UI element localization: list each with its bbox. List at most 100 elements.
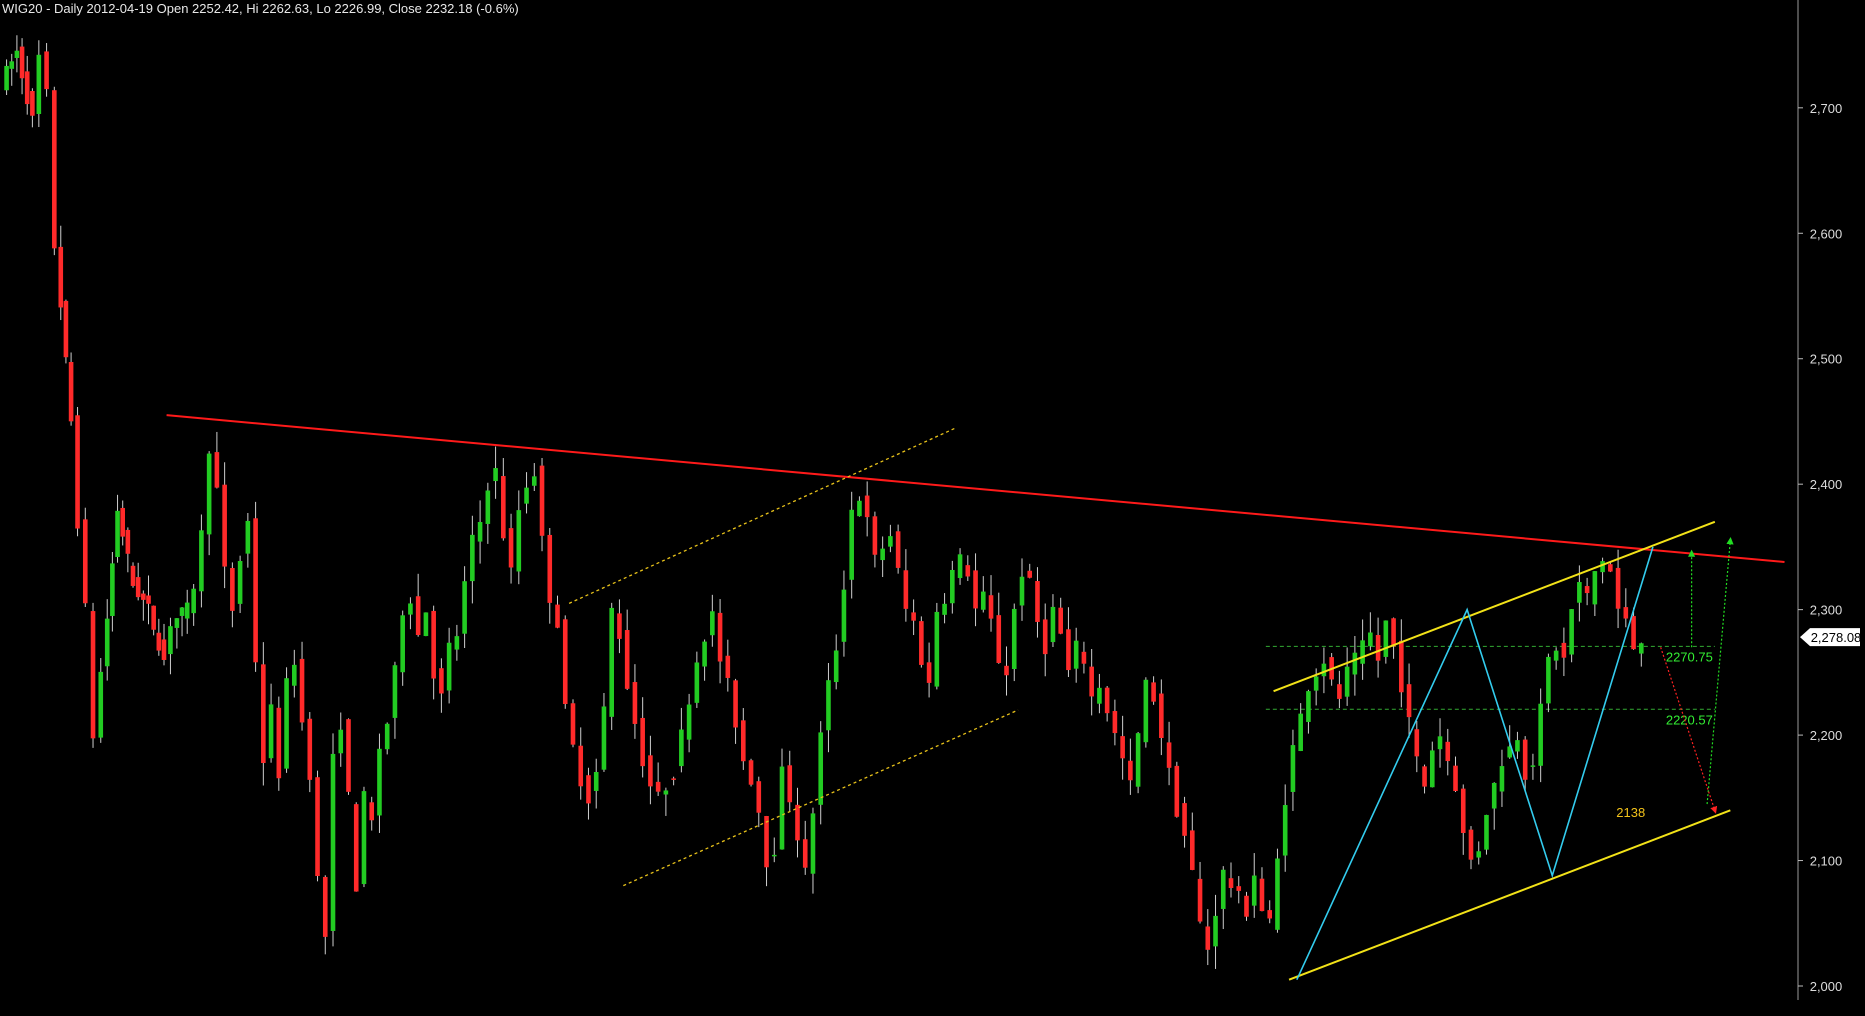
candle-down	[973, 570, 978, 609]
candle-down	[58, 246, 64, 308]
candle-up	[104, 618, 110, 667]
candle-down	[1166, 742, 1172, 768]
candle-down	[1375, 635, 1381, 661]
candle-down	[1035, 581, 1040, 622]
candle-down	[125, 529, 131, 554]
candle-up	[470, 534, 475, 582]
tick-label: 2,300	[1810, 603, 1843, 618]
candle-up	[1019, 576, 1025, 606]
candle-down	[75, 415, 80, 529]
candle-down	[1561, 642, 1567, 658]
candle-up	[292, 664, 297, 686]
candle-up	[268, 704, 274, 759]
tick-label: 2,000	[1810, 979, 1843, 994]
candle-up	[942, 603, 947, 615]
candle-up	[1306, 691, 1311, 722]
candle-up	[524, 487, 529, 504]
candle-up	[392, 665, 398, 718]
candle-down	[578, 745, 584, 787]
candle-down	[895, 531, 901, 568]
candle-down	[787, 765, 793, 803]
candle-up	[1097, 687, 1102, 704]
candle-down	[1615, 567, 1621, 609]
candle-up	[1290, 745, 1296, 792]
candle-up	[36, 54, 42, 114]
candle-up	[1476, 851, 1482, 858]
candle-down	[315, 777, 320, 877]
candle-down	[795, 804, 800, 841]
candle-down	[230, 568, 235, 611]
candle-down	[1584, 586, 1590, 594]
candle-down	[68, 361, 74, 422]
candle-up	[593, 772, 599, 791]
candle-up	[826, 680, 831, 731]
candle-up	[1499, 766, 1505, 792]
candle-up	[174, 618, 180, 628]
candle-up	[14, 50, 20, 58]
candle-down	[1228, 878, 1234, 888]
candle-up	[1313, 676, 1319, 691]
candle-down	[346, 719, 351, 792]
candle-down	[1120, 736, 1125, 759]
candle-down	[130, 565, 136, 586]
candle-down	[671, 778, 676, 780]
candle-down	[1112, 711, 1118, 734]
candle-up	[400, 615, 405, 673]
candle-down	[864, 495, 870, 518]
candle-down	[1081, 651, 1087, 664]
candle-down	[1066, 629, 1071, 671]
candle-down	[253, 518, 258, 663]
candlestick-chart[interactable]: 2270.752220.572138 2,0002,1002,2002,3002…	[0, 0, 1865, 1016]
candle-up	[1484, 814, 1489, 850]
candle-down	[1414, 729, 1420, 757]
candle-down	[30, 91, 35, 116]
candle-down	[1197, 878, 1203, 922]
candle-down	[640, 717, 645, 767]
candle-up	[1639, 643, 1644, 654]
candle-up	[115, 510, 120, 558]
candle-down	[1522, 739, 1528, 780]
price-axis: 2,000 2,100 2,200 2,300 2,400 2,500 2,600 2,700…	[1797, 0, 1861, 1000]
candle-down	[24, 71, 30, 105]
candle-down	[748, 760, 754, 785]
candle-down	[146, 595, 151, 604]
candle-down	[1174, 765, 1180, 817]
candle-up	[710, 611, 715, 636]
candle-up	[191, 588, 196, 614]
candle-down	[1445, 741, 1451, 762]
candle-down	[1460, 788, 1466, 833]
candle-down	[276, 707, 282, 779]
candle-up	[686, 704, 692, 740]
candle-down	[802, 839, 808, 868]
candle-up	[1344, 666, 1350, 697]
candle-down	[415, 596, 421, 636]
candle-up	[1538, 703, 1543, 766]
candle-down	[741, 720, 746, 762]
candle-down	[547, 534, 553, 603]
candle-up	[810, 813, 816, 874]
candle-down	[161, 639, 167, 660]
candle-down	[1623, 607, 1629, 619]
upper-channel-line	[1273, 520, 1716, 693]
candles	[4, 35, 1644, 969]
candle-up	[423, 612, 429, 637]
candle-down	[353, 804, 359, 892]
candle-up	[1050, 606, 1056, 643]
candle-up	[1073, 640, 1079, 669]
candle-up	[609, 607, 614, 717]
candle-down	[1042, 619, 1048, 655]
annotations: 2270.75 2220.57 2138	[1616, 537, 1734, 820]
candle-up	[338, 729, 344, 754]
candle-up	[1368, 632, 1373, 647]
candle-down	[733, 680, 738, 728]
candle-up	[1282, 805, 1288, 856]
candle-up	[110, 563, 115, 616]
candle-up	[888, 536, 893, 547]
trendlines	[166, 414, 1785, 981]
candle-up	[1011, 608, 1017, 670]
candle-down	[1608, 564, 1613, 572]
candle-up	[9, 61, 15, 69]
candle-up	[377, 748, 382, 816]
candle-up	[493, 468, 498, 482]
candle-up	[1275, 858, 1280, 930]
